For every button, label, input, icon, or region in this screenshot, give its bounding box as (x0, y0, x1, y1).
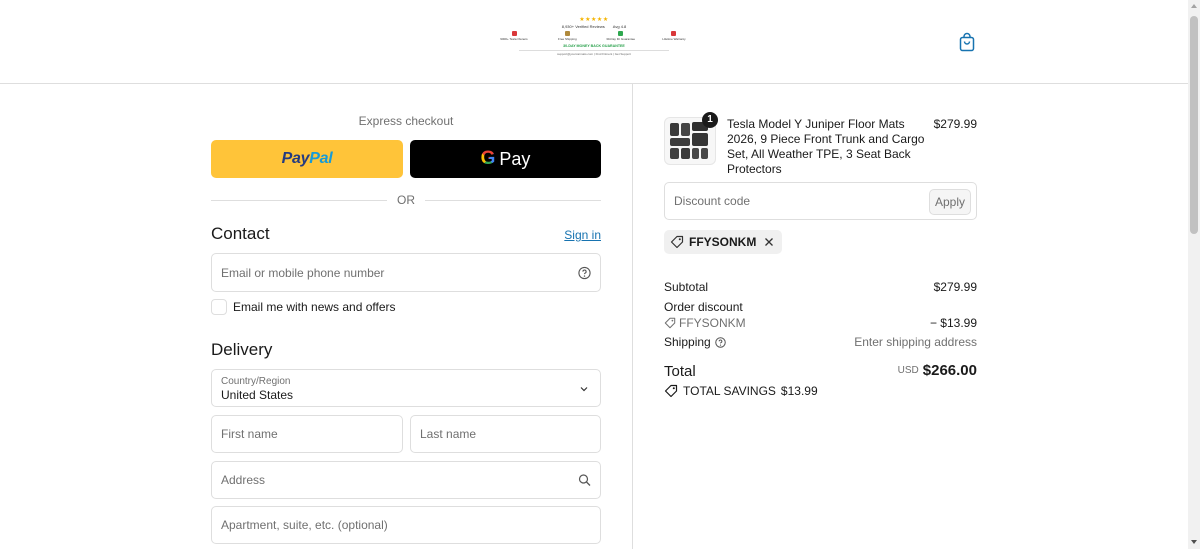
discount-code-label: FFYSONKM (679, 316, 746, 330)
discount-code-field[interactable]: Discount code Apply (664, 182, 977, 220)
newsletter-checkbox[interactable] (211, 299, 227, 315)
page-scrollbar[interactable] (1188, 0, 1200, 549)
car-icon (511, 31, 517, 36)
apartment-field[interactable]: Apartment, suite, etc. (optional) (211, 506, 601, 544)
reviews-row: 8,930+ Verified Reviews Avg 4.8 (489, 24, 699, 29)
scrollbar-thumb[interactable] (1190, 16, 1198, 234)
paypal-button[interactable]: Pay Pal (211, 140, 403, 178)
total-savings-row: TOTAL SAVINGS $13.99 (664, 384, 818, 398)
checkout-page: ★★★★★ 8,930+ Verified Reviews Avg 4.8 900… (0, 0, 1200, 549)
divider-line (211, 199, 387, 201)
total-value-row: USD $266.00 (857, 362, 977, 380)
newsletter-label: Email me with news and offers (233, 300, 396, 314)
newsletter-checkbox-row[interactable]: Email me with news and offers (211, 298, 396, 316)
last-name-placeholder: Last name (420, 427, 477, 441)
search-icon (578, 474, 591, 486)
subtotal-label: Subtotal (664, 280, 709, 294)
check-icon (618, 31, 624, 36)
banner-feature-warranty: Lifetime Warranty (650, 31, 698, 41)
country-value: United States (221, 388, 294, 402)
shield-icon (671, 31, 677, 36)
scroll-down-arrow-icon[interactable] (1191, 540, 1197, 544)
last-name-field[interactable]: Last name (410, 415, 601, 453)
total-savings-value: $13.99 (780, 384, 818, 398)
country-label: Country/Region (221, 376, 291, 387)
total-label: Total (664, 363, 696, 380)
contact-heading: Contact (211, 224, 270, 243)
reviews-rating: Avg 4.8 (612, 24, 627, 29)
order-discount-label: Order discount (664, 300, 743, 314)
country-select[interactable]: Country/Region United States (211, 369, 601, 407)
or-label: OR (397, 193, 415, 207)
sign-in-link[interactable]: Sign in (540, 228, 601, 242)
tag-icon (664, 384, 678, 398)
banner-feature-owners: 9000+ Tesla Owners (490, 31, 538, 41)
total-savings-label: TOTAL SAVINGS (683, 384, 776, 398)
tag-icon (670, 235, 684, 249)
first-name-field[interactable]: First name (211, 415, 403, 453)
paypal-logo-pal: Pal (309, 150, 333, 167)
product-title: Tesla Model Y Juniper Floor Mats 2026, 9… (727, 117, 925, 176)
email-placeholder: Email or mobile phone number (221, 265, 385, 280)
banner-feature-shipping: Free Shipping (543, 31, 591, 41)
banner-divider (519, 50, 669, 51)
or-divider: OR (211, 193, 601, 207)
subtotal-value: $279.99 (933, 280, 977, 294)
discount-value: − $13.99 (929, 316, 977, 330)
chevron-down-icon (580, 387, 588, 392)
shipping-label: Shipping (664, 335, 711, 349)
apartment-placeholder: Apartment, suite, etc. (optional) (221, 518, 388, 532)
scroll-up-arrow-icon[interactable] (1191, 4, 1197, 8)
express-checkout-title: Express checkout (358, 114, 454, 128)
cart-button[interactable] (957, 31, 977, 53)
banner-guarantee: 30-DAY MONEY BACK GUARANTEE (563, 44, 625, 48)
apply-discount-button[interactable]: Apply (929, 189, 971, 215)
applied-discount-chip: FFYSONKM (664, 230, 783, 254)
currency-code: USD (897, 365, 919, 376)
applied-code-label: FFYSONKM (689, 235, 757, 249)
rating-stars: ★★★★★ (579, 17, 609, 23)
remove-discount-icon[interactable] (762, 235, 776, 249)
google-g-icon: G (480, 148, 496, 169)
discount-placeholder: Discount code (674, 194, 751, 208)
help-circle-icon[interactable] (578, 266, 591, 279)
email-field[interactable]: Email or mobile phone number (211, 253, 601, 292)
store-logo-banner[interactable]: ★★★★★ 8,930+ Verified Reviews Avg 4.8 900… (489, 17, 699, 65)
reviews-count: 8,930+ Verified Reviews (561, 24, 605, 29)
google-pay-button[interactable]: G Pay (410, 140, 601, 178)
help-circle-icon[interactable] (714, 336, 726, 348)
banner-features: 9000+ Tesla Owners Free Shipping 30-Day … (489, 31, 699, 41)
quantity-badge: 1 (702, 112, 718, 128)
shipping-row: Shipping (664, 335, 726, 349)
address-field[interactable]: Address (211, 461, 601, 499)
first-name-placeholder: First name (221, 427, 278, 441)
address-placeholder: Address (221, 473, 266, 487)
shopping-bag-icon (959, 32, 975, 52)
delivery-heading: Delivery (211, 340, 273, 359)
banner-footer-links: support@yourcarmats.com | Find Fitment |… (557, 52, 631, 56)
google-pay-label: Pay (499, 148, 531, 169)
header: ★★★★★ 8,930+ Verified Reviews Avg 4.8 900… (0, 0, 1188, 84)
box-icon (564, 31, 570, 36)
banner-feature-fit: 30-Day Fit Guarantee (597, 31, 645, 41)
paypal-logo-pay: Pay (281, 150, 310, 167)
discount-code-row: FFYSONKM (664, 316, 746, 330)
product-price: $279.99 (933, 117, 977, 131)
divider-line (425, 199, 601, 201)
tag-icon (664, 317, 676, 329)
total-value: $266.00 (922, 362, 977, 379)
shipping-value: Enter shipping address (854, 335, 977, 349)
